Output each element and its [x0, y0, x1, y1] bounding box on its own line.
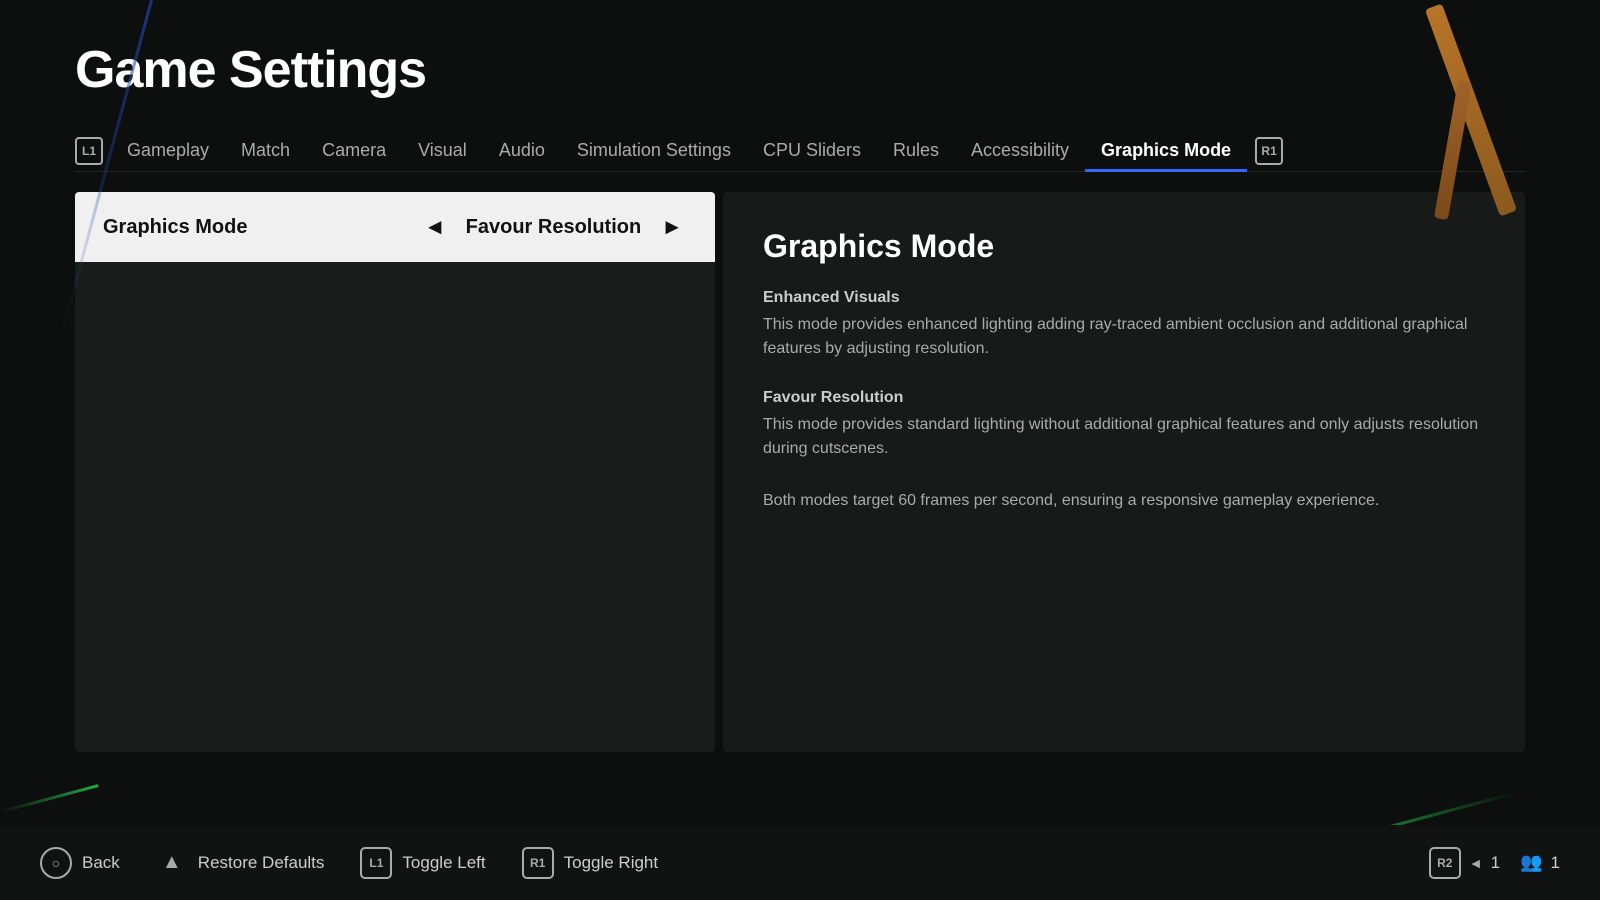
value-arrow-left[interactable]: ◄ — [420, 214, 450, 240]
r2-button-icon: R2 — [1429, 847, 1461, 879]
tab-visual[interactable]: Visual — [402, 130, 483, 171]
info-section-enhanced-body: This mode provides enhanced lighting add… — [763, 313, 1485, 361]
tab-gameplay[interactable]: Gameplay — [111, 130, 225, 171]
bottom-bar: ○ Back Restore Defaults L1 Toggle Left R… — [0, 825, 1600, 900]
current-value-graphics-mode: Favour Resolution — [466, 216, 642, 239]
tab-audio[interactable]: Audio — [483, 130, 561, 171]
restore-label: Restore Defaults — [198, 853, 325, 873]
player-count-control: 👥 1 — [1520, 852, 1560, 873]
tab-match[interactable]: Match — [225, 130, 306, 171]
tab-accessibility[interactable]: Accessibility — [955, 130, 1085, 171]
triangle-button-icon — [156, 847, 188, 879]
toggle-right-label: Toggle Right — [564, 853, 659, 873]
r1-button-icon: R1 — [522, 847, 554, 879]
tab-cpu-sliders[interactable]: CPU Sliders — [747, 130, 877, 171]
value-arrow-right[interactable]: ► — [657, 214, 687, 240]
info-section-enhanced: Enhanced Visuals This mode provides enha… — [763, 289, 1485, 361]
setting-value-graphics-mode: ◄ Favour Resolution ► — [420, 214, 687, 240]
header: Game Settings L1 Gameplay Match Camera V… — [0, 0, 1600, 172]
page-title: Game Settings — [75, 40, 1525, 100]
info-section-favour: Favour Resolution This mode provides sta… — [763, 389, 1485, 461]
main-content: Graphics Mode ◄ Favour Resolution ► Grap… — [75, 192, 1525, 752]
back-action[interactable]: ○ Back — [40, 847, 120, 879]
nav-arrow-left: ◄ — [1469, 855, 1483, 871]
info-section-favour-title: Favour Resolution — [763, 389, 1485, 407]
toggle-left-label: Toggle Left — [402, 853, 485, 873]
tab-camera[interactable]: Camera — [306, 130, 402, 171]
bottom-right-controls: R2 ◄ 1 👥 1 — [1429, 847, 1560, 879]
circle-button-icon: ○ — [40, 847, 72, 879]
r1-badge: R1 — [1255, 137, 1283, 165]
setting-label-graphics-mode: Graphics Mode — [103, 216, 247, 239]
l1-button-icon: L1 — [360, 847, 392, 879]
player-count: 1 — [1551, 853, 1560, 873]
back-label: Back — [82, 853, 120, 873]
setting-row-graphics-mode[interactable]: Graphics Mode ◄ Favour Resolution ► — [75, 192, 715, 262]
page-number: 1 — [1491, 853, 1500, 873]
l1-badge: L1 — [75, 137, 103, 165]
bg-decoration-green-left — [1, 784, 98, 813]
info-section-favour-body: This mode provides standard lighting wit… — [763, 413, 1485, 461]
tab-graphics-mode[interactable]: Graphics Mode — [1085, 130, 1247, 171]
toggle-right-action[interactable]: R1 Toggle Right — [522, 847, 659, 879]
info-panel: Graphics Mode Enhanced Visuals This mode… — [723, 192, 1525, 752]
r2-page-control: R2 ◄ 1 — [1429, 847, 1500, 879]
toggle-left-action[interactable]: L1 Toggle Left — [360, 847, 485, 879]
info-section-enhanced-title: Enhanced Visuals — [763, 289, 1485, 307]
tab-simulation[interactable]: Simulation Settings — [561, 130, 747, 171]
settings-list-panel: Graphics Mode ◄ Favour Resolution ► — [75, 192, 715, 752]
people-icon: 👥 — [1520, 852, 1542, 873]
tab-rules[interactable]: Rules — [877, 130, 955, 171]
tab-navigation: L1 Gameplay Match Camera Visual Audio Si… — [75, 130, 1525, 172]
info-note: Both modes target 60 frames per second, … — [763, 489, 1485, 513]
restore-action[interactable]: Restore Defaults — [156, 847, 325, 879]
info-panel-title: Graphics Mode — [763, 228, 1485, 265]
